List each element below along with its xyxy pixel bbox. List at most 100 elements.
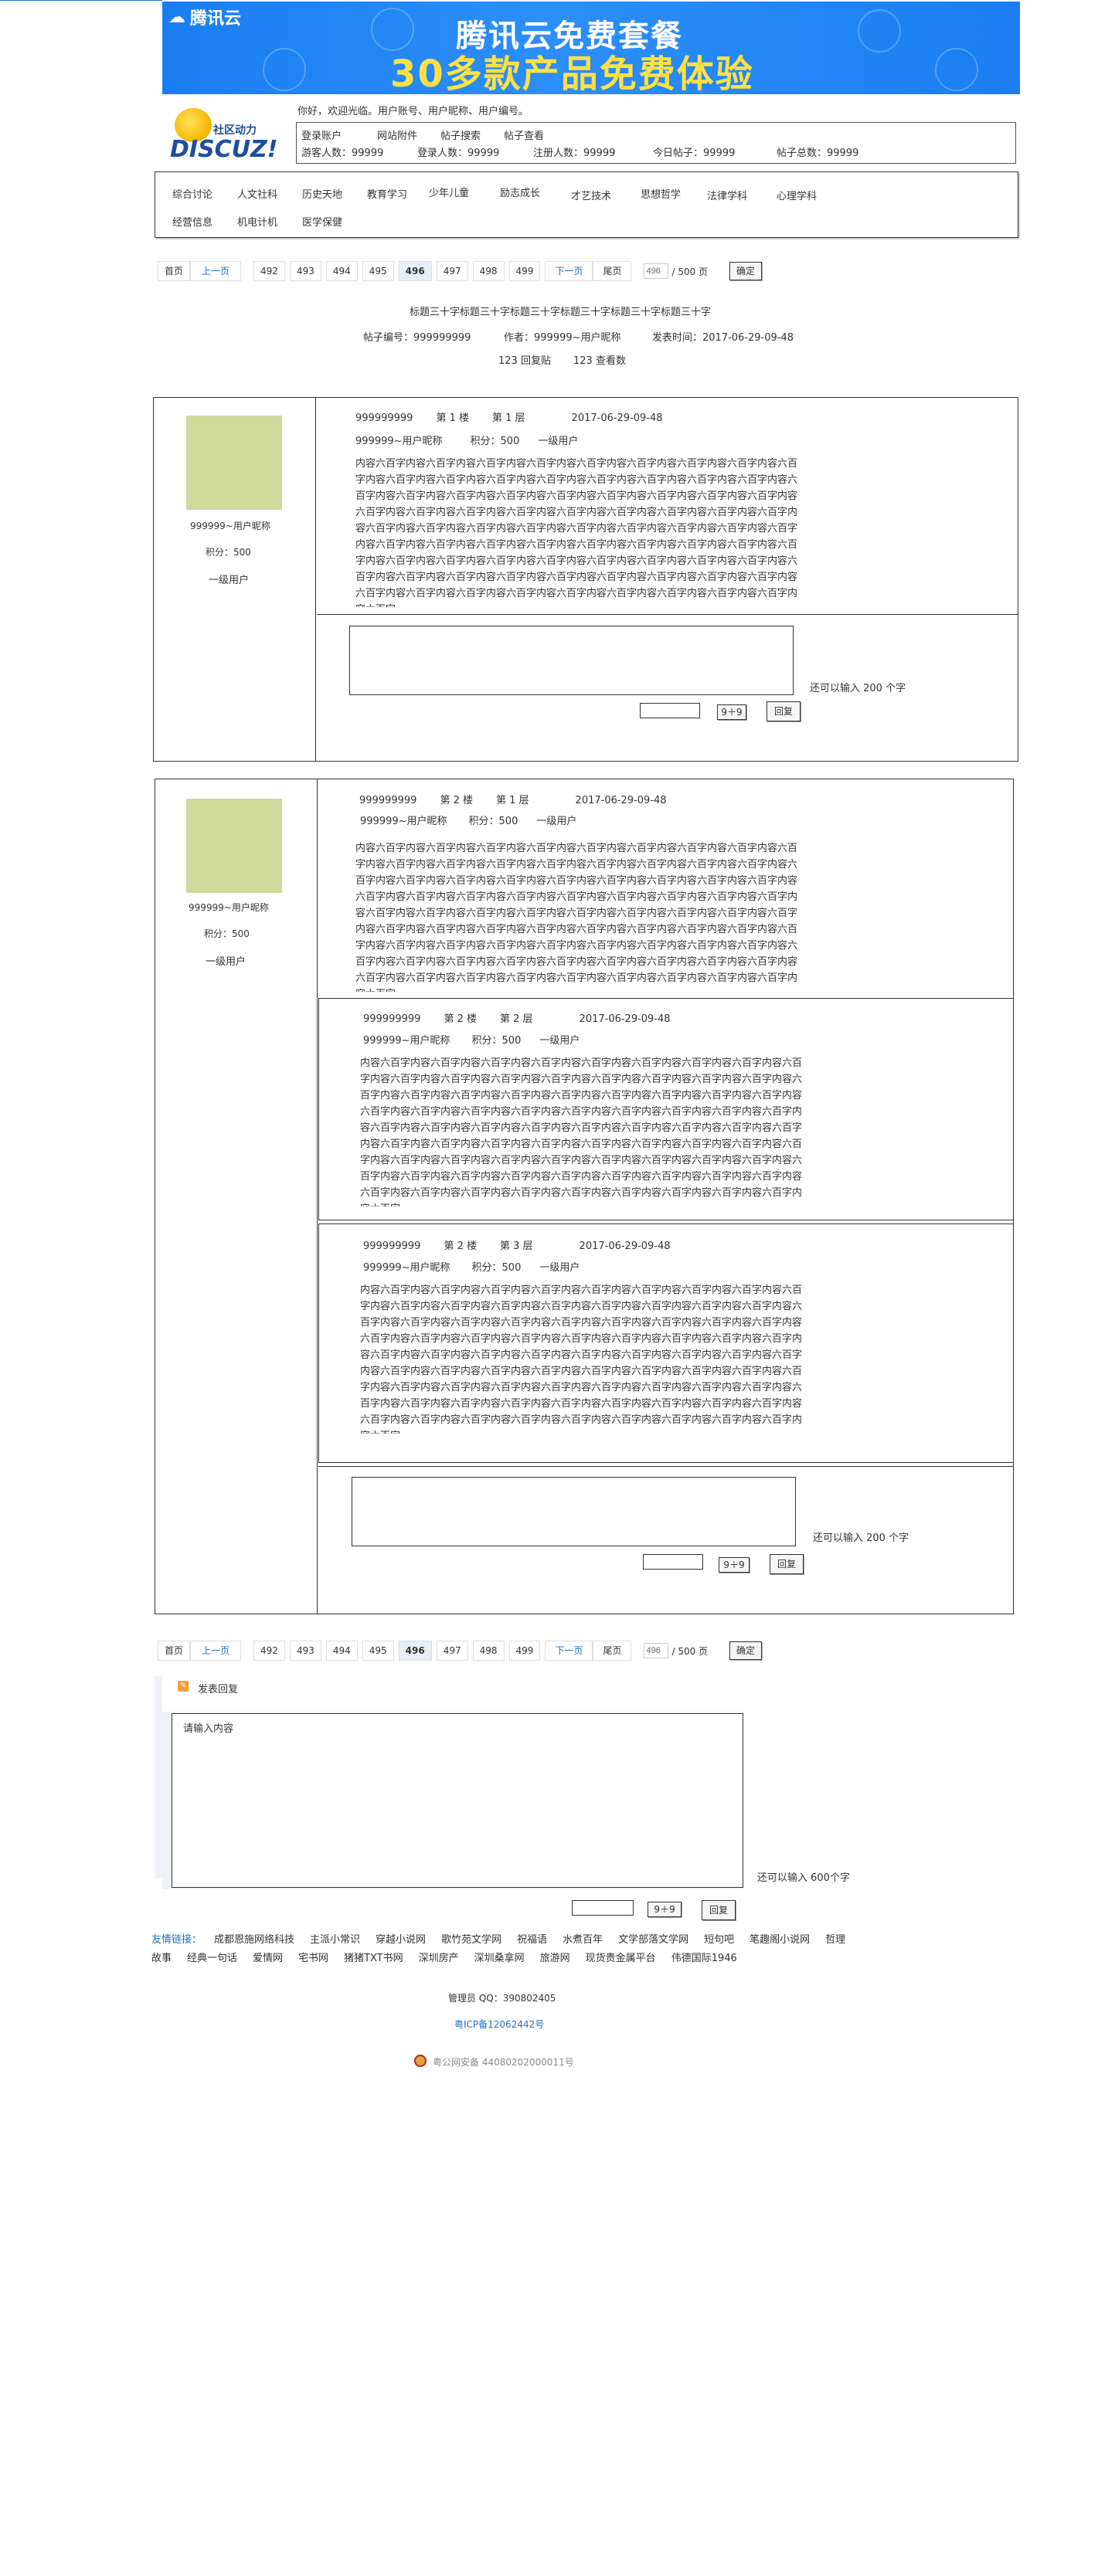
logo-tagline: 社区动力 — [213, 124, 257, 137]
page-first[interactable]: 首页 — [158, 1641, 191, 1661]
nav-item[interactable]: 机电计机 — [237, 214, 277, 229]
page-link[interactable]: 499 — [508, 1641, 541, 1661]
page-link[interactable]: 492 — [253, 261, 285, 281]
total-posts: 帖子总数：99999 — [777, 148, 859, 159]
nav-item[interactable]: 励志成长 — [500, 185, 540, 199]
friend-link[interactable]: 现货贵金属平台 — [586, 1953, 656, 1964]
post-author[interactable]: 999999~用户昵称 — [355, 436, 443, 447]
page-link[interactable]: 494 — [325, 1641, 358, 1661]
post-author-line: 999999~用户昵称 积分：500 一级用户 — [360, 813, 576, 827]
police-badge-icon — [414, 2055, 427, 2067]
post-level: 一级用户 — [538, 436, 579, 447]
page-current[interactable]: 496 — [398, 261, 432, 281]
page-link[interactable]: 497 — [436, 1641, 468, 1661]
page-link[interactable]: 495 — [362, 261, 394, 281]
page-confirm-button[interactable]: 确定 — [729, 1641, 763, 1660]
friend-link[interactable]: 伟德国际1946 — [671, 1953, 737, 1964]
page-link[interactable]: 492 — [253, 1641, 285, 1661]
reply-button[interactable]: 回复 — [767, 701, 801, 721]
quick-reply-textarea[interactable] — [352, 1477, 796, 1546]
nav-item[interactable]: 心理学科 — [777, 188, 817, 202]
captcha-input[interactable] — [643, 1554, 703, 1570]
captcha-image[interactable]: 9＋9 — [717, 704, 746, 720]
friend-link[interactable]: 成都恩施网络科技 — [214, 1934, 294, 1946]
friend-link[interactable]: 猪猪TXT书网 — [344, 1953, 403, 1964]
page-last[interactable]: 尾页 — [593, 1641, 632, 1661]
friend-link[interactable]: 祝福语 — [517, 1934, 547, 1946]
page-link[interactable]: 493 — [289, 1641, 321, 1661]
page-next[interactable]: 下一页 — [545, 1641, 593, 1661]
nav-item[interactable]: 才艺技术 — [571, 188, 611, 202]
nav-item[interactable]: 综合讨论 — [172, 186, 212, 201]
friend-link[interactable]: 旅游网 — [540, 1953, 570, 1964]
nav-item[interactable]: 思想哲学 — [641, 186, 681, 201]
post-meta: 999999999 第 2 楼 第 1 层 2017-06-29-09-48 — [359, 792, 690, 806]
page-link[interactable]: 498 — [472, 261, 505, 281]
friend-link[interactable]: 主派小常识 — [310, 1934, 360, 1946]
friend-link[interactable]: 爱情网 — [253, 1953, 283, 1964]
police-record[interactable]: 粤公网安备 44080202000011号 — [433, 2055, 574, 2069]
user-nickname[interactable]: 999999~用户昵称 — [189, 901, 269, 914]
ad-banner[interactable]: ☁ 腾讯云 腾讯云免费套餐 30多款产品免费体验 — [162, 2, 1020, 94]
page-link[interactable]: 493 — [289, 261, 321, 281]
nav-item[interactable]: 经营信息 — [172, 214, 212, 229]
friend-link[interactable]: 笔趣阁小说网 — [750, 1934, 810, 1946]
page-prev[interactable]: 上一页 — [190, 1641, 242, 1661]
site-logo[interactable]: 社区动力 DISCUZ! — [168, 108, 277, 164]
page-link[interactable]: 497 — [436, 261, 468, 281]
reply-textarea[interactable]: 请输入内容 — [172, 1713, 743, 1888]
banner-decor-circle — [935, 48, 978, 91]
quick-reply-textarea[interactable] — [349, 626, 794, 695]
nav-item[interactable]: 少年儿童 — [429, 185, 469, 199]
avatar[interactable] — [186, 416, 282, 510]
captcha-input[interactable] — [572, 1900, 634, 1916]
page-last[interactable]: 尾页 — [593, 261, 632, 281]
nav-item[interactable]: 历史天地 — [302, 186, 342, 201]
reply-submit-button[interactable]: 回复 — [702, 1900, 736, 1920]
friend-link[interactable]: 深圳房产 — [419, 1953, 459, 1964]
login-count: 登录人数：99999 — [417, 148, 500, 159]
post-author[interactable]: 999999~用户昵称 — [360, 816, 447, 827]
friend-link[interactable]: 短句吧 — [704, 1934, 734, 1946]
post-search-link[interactable]: 帖子搜索 — [440, 127, 504, 142]
post-author[interactable]: 999999~用户昵称 — [363, 1035, 450, 1047]
nav-item[interactable]: 人文社科 — [237, 186, 277, 201]
cloud-icon: ☁ — [168, 7, 185, 27]
post-author-line: 999999~用户昵称 积分：500 一级用户 — [355, 433, 578, 447]
icp-link[interactable]: 粤ICP备12062442号 — [454, 2018, 544, 2031]
friend-link[interactable]: 经典一句话 — [187, 1953, 237, 1964]
reply-button[interactable]: 回复 — [770, 1554, 804, 1574]
page-link[interactable]: 498 — [472, 1641, 505, 1661]
page-next[interactable]: 下一页 — [545, 261, 593, 281]
nav-item[interactable]: 法律学科 — [707, 188, 747, 202]
page-current[interactable]: 496 — [398, 1641, 432, 1661]
friend-link[interactable]: 宅书网 — [298, 1953, 328, 1964]
friend-link[interactable]: 文学部落文学网 — [618, 1934, 688, 1946]
friend-link[interactable]: 穿越小说网 — [376, 1934, 426, 1946]
login-link[interactable]: 登录账户 — [301, 127, 377, 142]
nav-item[interactable]: 教育学习 — [367, 186, 407, 201]
page-jump-input[interactable] — [644, 1643, 669, 1658]
captcha-image[interactable]: 9＋9 — [719, 1557, 750, 1573]
post-author[interactable]: 999999~用户昵称 — [363, 1262, 450, 1274]
post-view-link[interactable]: 帖子查看 — [504, 127, 544, 142]
nav-item[interactable]: 医学保健 — [302, 214, 342, 229]
page-jump-input[interactable] — [644, 263, 669, 279]
page-confirm-button[interactable]: 确定 — [729, 262, 763, 280]
avatar[interactable] — [186, 799, 282, 893]
page-prev[interactable]: 上一页 — [190, 261, 242, 281]
page-link[interactable]: 495 — [362, 1641, 394, 1661]
friend-link[interactable]: 深圳桑拿网 — [474, 1953, 525, 1964]
attachments-link[interactable]: 网站附件 — [377, 127, 440, 142]
friend-link[interactable]: 歌竹苑文学网 — [441, 1934, 501, 1946]
page-link[interactable]: 494 — [325, 261, 358, 281]
captcha-image[interactable]: 9＋9 — [648, 1902, 682, 1917]
user-nickname[interactable]: 999999~用户昵称 — [190, 519, 270, 532]
page-link[interactable]: 499 — [508, 261, 541, 281]
user-level: 一级用户 — [209, 575, 250, 586]
quick-reply-remaining: 还可以输入 200 个字 — [813, 1532, 909, 1544]
thread-author[interactable]: 作者：999999~用户昵称 — [504, 329, 621, 344]
page-first[interactable]: 首页 — [158, 261, 191, 281]
friend-link[interactable]: 水煮百年 — [563, 1934, 603, 1946]
captcha-input[interactable] — [640, 703, 700, 718]
